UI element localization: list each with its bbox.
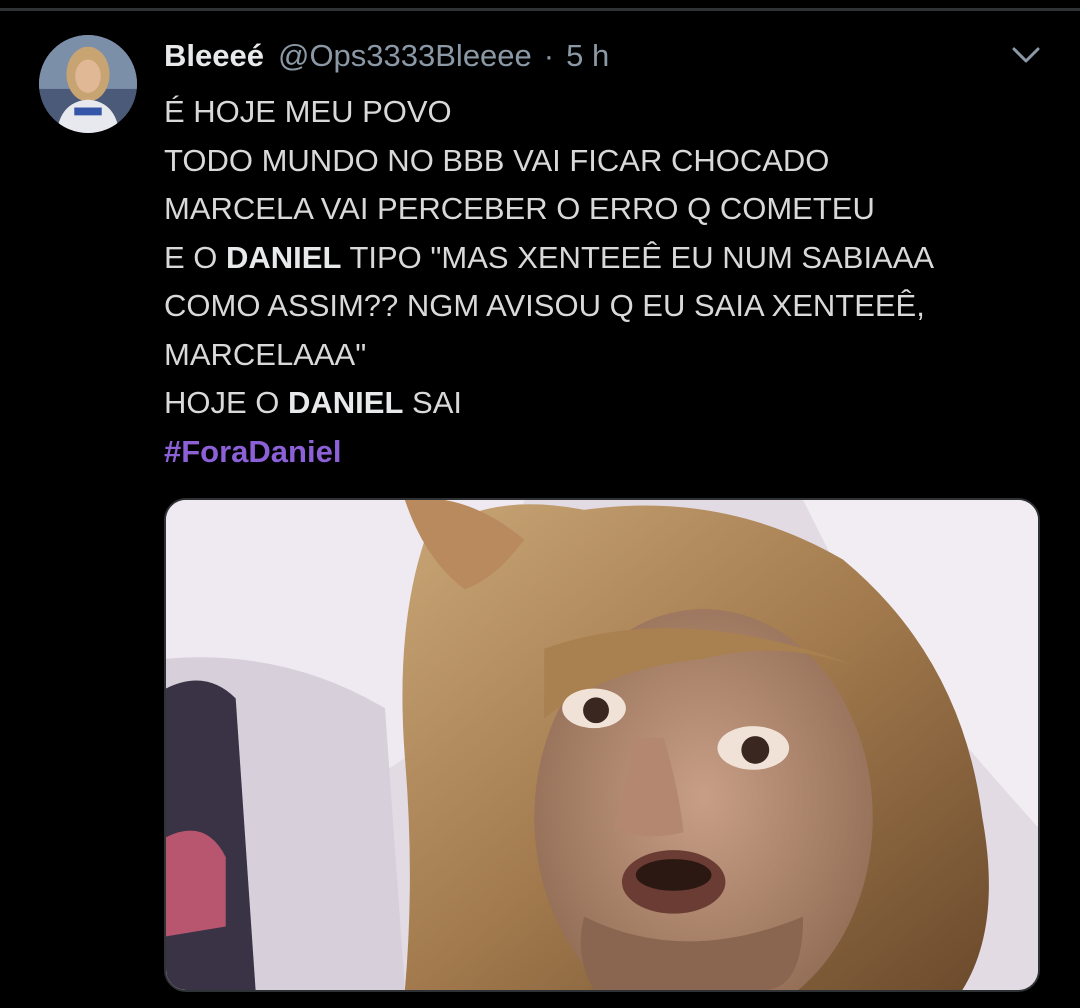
top-divider xyxy=(0,8,1080,11)
tweet-text-segment: TODO MUNDO NO BBB VAI FICAR CHOCADO xyxy=(164,142,830,178)
tweet-text-segment: É HOJE MEU POVO xyxy=(164,94,452,129)
tweet-text-segment: SAI xyxy=(403,385,462,420)
tweet-line: TODO MUNDO NO BBB VAI FICAR CHOCADO xyxy=(164,137,1044,186)
tweet-line: É HOJE MEU POVO xyxy=(164,88,1044,137)
tweet-text-segment: E O xyxy=(164,239,227,275)
tweet-media[interactable] xyxy=(164,498,1040,992)
timestamp[interactable]: 5 h xyxy=(566,38,609,74)
hashtag-link[interactable]: #ForaDaniel xyxy=(164,434,341,469)
user-handle[interactable]: @Ops3333Bleeee xyxy=(278,38,532,74)
tweet-text-segment: HOJE O xyxy=(164,385,289,420)
tweet-line: COMO ASSIM?? NGM AVISOU Q EU SAIA XENTEE… xyxy=(164,282,1044,331)
chevron-down-icon[interactable] xyxy=(1006,40,1046,70)
tweet-text-segment: TIPO "MAS XENTEEÊ EU NUM SABIAAA xyxy=(341,239,935,275)
tweet-text-segment: MARCELAAA" xyxy=(164,336,367,372)
separator-dot: · xyxy=(543,38,555,73)
tweet-line: E O DANIEL TIPO "MAS XENTEEÊ EU NUM SABI… xyxy=(164,234,1044,283)
tweet-text-segment: COMO ASSIM?? NGM AVISOU Q EU SAIA XENTEE… xyxy=(164,288,925,323)
tweet-bold-text: DANIEL xyxy=(288,385,404,420)
tweet-text: É HOJE MEU POVO TODO MUNDO NO BBB VAI FIC… xyxy=(164,88,1044,476)
tweet-text-segment: MARCELA VAI PERCEBER O ERRO Q COMETEU xyxy=(164,191,875,226)
media-photo xyxy=(166,500,1038,990)
tweet-header: Bleeeé @Ops3333Bleeee · 5 h xyxy=(164,38,609,80)
tweet-line: MARCELA VAI PERCEBER O ERRO Q COMETEU xyxy=(164,185,1044,234)
tweet-line: HOJE O DANIEL SAI xyxy=(164,379,1044,428)
display-name[interactable]: Bleeeé xyxy=(164,38,264,74)
tweet-line: MARCELAAA" xyxy=(164,331,1044,380)
avatar[interactable] xyxy=(39,35,137,133)
avatar-image xyxy=(39,35,137,133)
tweet-bold-text: DANIEL xyxy=(226,239,342,275)
